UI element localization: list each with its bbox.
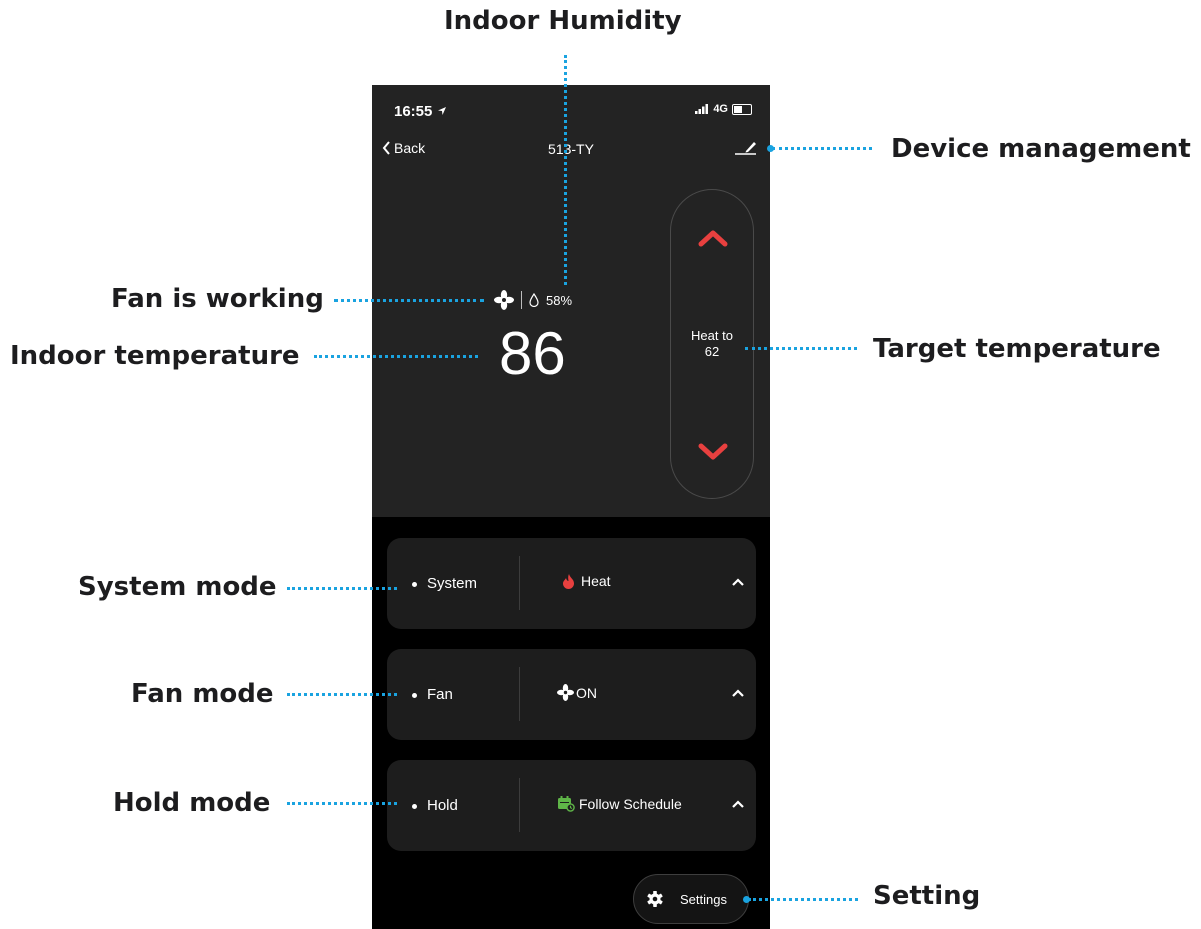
chevron-up-icon[interactable] <box>732 800 744 808</box>
hold-value: Follow Schedule <box>557 795 682 812</box>
fan-mode-leader-line <box>287 693 397 696</box>
battery-icon <box>732 103 752 115</box>
decrease-temperature-button[interactable] <box>697 442 729 462</box>
settings-button[interactable]: Settings <box>633 874 749 924</box>
annotation-hold-mode: Hold mode <box>113 788 271 818</box>
leader-endpoint <box>767 145 774 152</box>
fan-mode-card[interactable]: Fan ON <box>387 649 756 740</box>
divider <box>519 778 520 832</box>
bullet <box>412 582 417 587</box>
annotation-indoor-temperature: Indoor temperature <box>10 341 300 371</box>
indoor-temperature: 86 <box>499 320 566 387</box>
device-management-leader-line <box>772 147 872 150</box>
signal-icon <box>695 104 709 114</box>
chevron-up-icon[interactable] <box>732 578 744 586</box>
flame-icon <box>563 574 574 589</box>
fan-icon <box>494 290 514 310</box>
bullet <box>412 693 417 698</box>
setting-leader-line <box>748 898 858 901</box>
annotation-device-management: Device management <box>891 134 1191 164</box>
system-mode-card[interactable]: System Heat <box>387 538 756 629</box>
status-indicators: 4G <box>695 103 752 115</box>
annotation-fan-mode: Fan mode <box>131 679 274 709</box>
network-type: 4G <box>713 103 728 115</box>
device-management-button[interactable] <box>734 137 758 162</box>
chevron-up-icon[interactable] <box>732 689 744 697</box>
edit-icon <box>735 142 756 155</box>
humidity-leader-line <box>564 55 567 285</box>
divider <box>521 291 522 309</box>
target-temperature-leader-line <box>745 347 857 350</box>
annotation-target-temperature: Target temperature <box>873 334 1161 364</box>
fan-working-leader-line <box>334 299 484 302</box>
system-value: Heat <box>562 573 611 589</box>
gear-icon <box>647 891 663 907</box>
target-label: Heat to <box>691 328 733 343</box>
phone-screen: 16:55 4G Back 513-TY 58% 86 Heat to 62 S… <box>372 85 770 929</box>
annotation-setting: Setting <box>873 881 981 911</box>
indoor-temperature-leader-line <box>314 355 478 358</box>
hold-mode-card[interactable]: Hold Follow Schedule <box>387 760 756 851</box>
status-time: 16:55 <box>394 103 447 120</box>
divider <box>519 556 520 610</box>
annotation-system-mode: System mode <box>78 572 277 602</box>
system-mode-leader-line <box>287 587 397 590</box>
target-temperature: Heat to 62 <box>671 328 753 360</box>
system-label: System <box>427 575 478 592</box>
humidity-drop-icon <box>529 293 539 307</box>
annotation-fan-working: Fan is working <box>111 284 324 314</box>
device-title: 513-TY <box>548 141 594 157</box>
setpoint-control: Heat to 62 <box>670 189 754 499</box>
location-arrow-icon <box>437 107 446 115</box>
target-value: 62 <box>704 344 720 359</box>
settings-label: Settings <box>680 891 727 907</box>
humidity-value: 58% <box>546 292 573 308</box>
calendar-icon <box>558 796 575 812</box>
fan-label: Fan <box>427 686 453 703</box>
fan-icon <box>557 684 574 701</box>
indoor-stats: 58% <box>494 290 572 310</box>
hold-label: Hold <box>427 797 458 814</box>
bullet <box>412 804 417 809</box>
leader-endpoint <box>743 896 750 903</box>
divider <box>519 667 520 721</box>
fan-value: ON <box>557 684 597 701</box>
hold-mode-leader-line <box>287 802 397 805</box>
increase-temperature-button[interactable] <box>697 228 729 248</box>
annotation-indoor-humidity: Indoor Humidity <box>444 6 682 36</box>
